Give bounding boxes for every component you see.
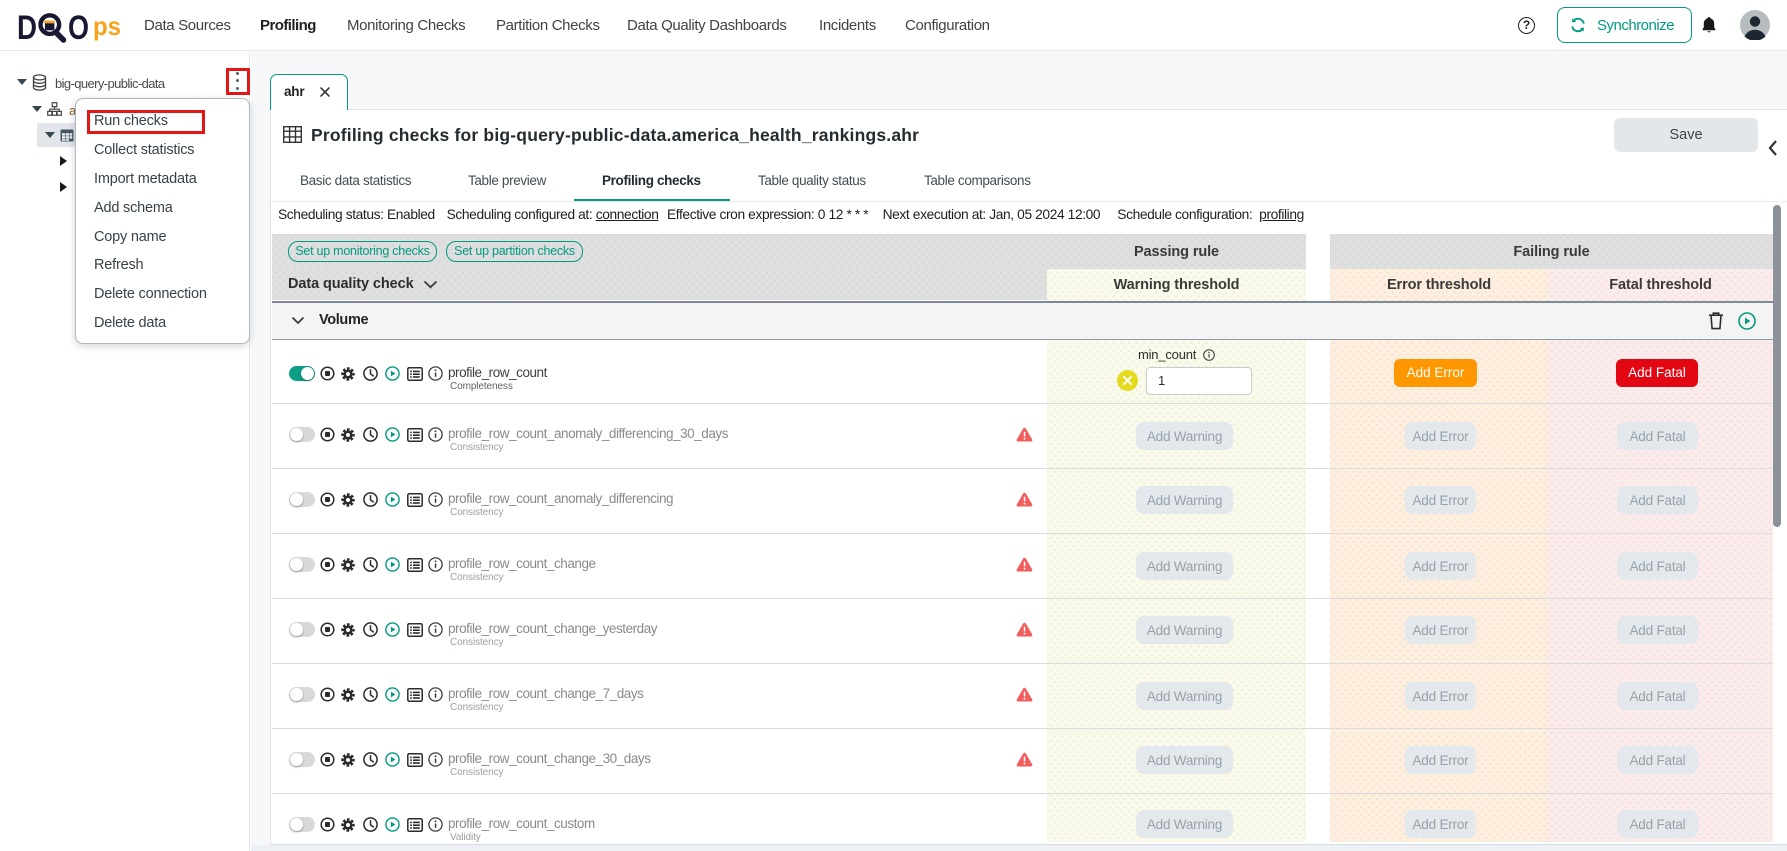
svg-text:D: D: [17, 9, 37, 45]
svg-text:O: O: [68, 9, 89, 45]
svg-text:ps: ps: [93, 11, 121, 41]
